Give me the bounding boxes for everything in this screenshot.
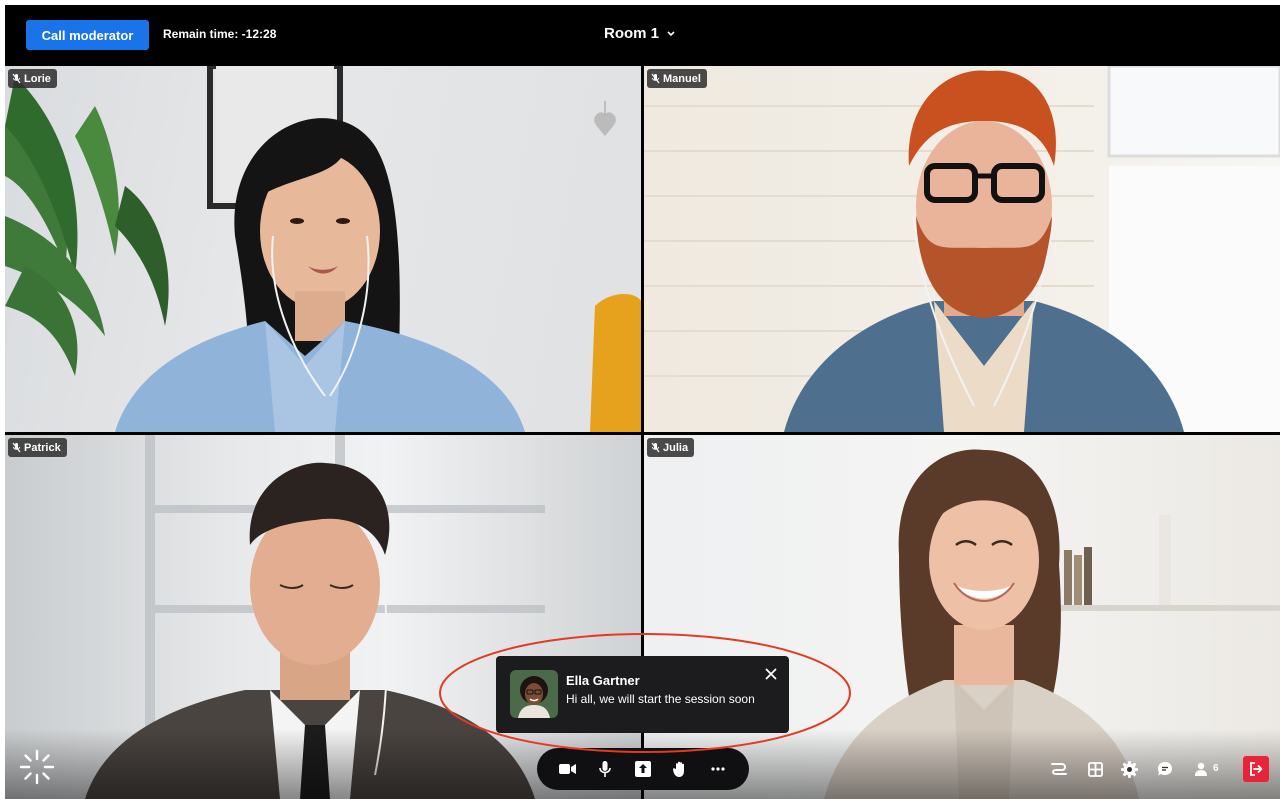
- app-logo: [18, 748, 56, 791]
- participant-name: Lorie: [24, 72, 51, 85]
- video-feed: [644, 66, 1280, 432]
- raise-hand-icon: [673, 761, 685, 777]
- camera-icon: [558, 764, 576, 774]
- microphone-icon: [599, 760, 612, 777]
- participants-button[interactable]: [1189, 757, 1213, 781]
- room-title: Room 1: [604, 25, 660, 42]
- video-call-app: Call moderator Remain time: -12:28 Room …: [5, 5, 1280, 799]
- settings-button[interactable]: [1117, 757, 1141, 781]
- settings-icon: [1120, 760, 1138, 778]
- participant-label: Lorie: [8, 69, 57, 88]
- leave-call-button[interactable]: [1243, 756, 1269, 782]
- participant-label: Julia: [647, 438, 695, 457]
- raise-hand-button[interactable]: [668, 756, 694, 782]
- chevron-down-icon: [667, 30, 675, 36]
- grid-layout-icon: [1087, 761, 1103, 777]
- camera-toggle-button[interactable]: [555, 756, 581, 782]
- more-icon: [711, 767, 725, 771]
- call-moderator-button[interactable]: Call moderator: [26, 20, 149, 50]
- muted-mic-icon: [651, 442, 660, 453]
- room-selector[interactable]: Room 1: [604, 25, 675, 42]
- highlight-ring: [439, 633, 851, 753]
- video-tile-lorie[interactable]: Lorie: [5, 66, 641, 432]
- breakout-icon: [1051, 763, 1067, 775]
- participant-name: Manuel: [663, 72, 701, 85]
- participant-label: Patrick: [8, 438, 67, 457]
- share-screen-button[interactable]: [630, 756, 656, 782]
- top-bar: Call moderator Remain time: -12:28 Room …: [5, 5, 1280, 65]
- chat-icon: [1158, 762, 1172, 776]
- layout-button[interactable]: [1083, 757, 1107, 781]
- remaining-time: Remain time: -12:28: [163, 27, 277, 41]
- participant-count: 6: [1213, 763, 1219, 774]
- participant-name: Julia: [663, 441, 689, 454]
- muted-mic-icon: [12, 442, 21, 453]
- chat-button[interactable]: [1153, 757, 1177, 781]
- participants-icon: [1195, 762, 1207, 776]
- more-options-button[interactable]: [705, 756, 731, 782]
- muted-mic-icon: [12, 73, 21, 84]
- breakout-rooms-button[interactable]: [1047, 757, 1071, 781]
- participant-name: Patrick: [24, 441, 61, 454]
- video-feed: [5, 66, 641, 432]
- sparkle-logo-icon: [19, 749, 55, 785]
- microphone-toggle-button[interactable]: [592, 756, 618, 782]
- video-tile-manuel[interactable]: Manuel: [644, 66, 1280, 432]
- share-screen-icon: [634, 761, 651, 777]
- leave-icon: [1250, 762, 1263, 776]
- participant-label: Manuel: [647, 69, 707, 88]
- muted-mic-icon: [651, 73, 660, 84]
